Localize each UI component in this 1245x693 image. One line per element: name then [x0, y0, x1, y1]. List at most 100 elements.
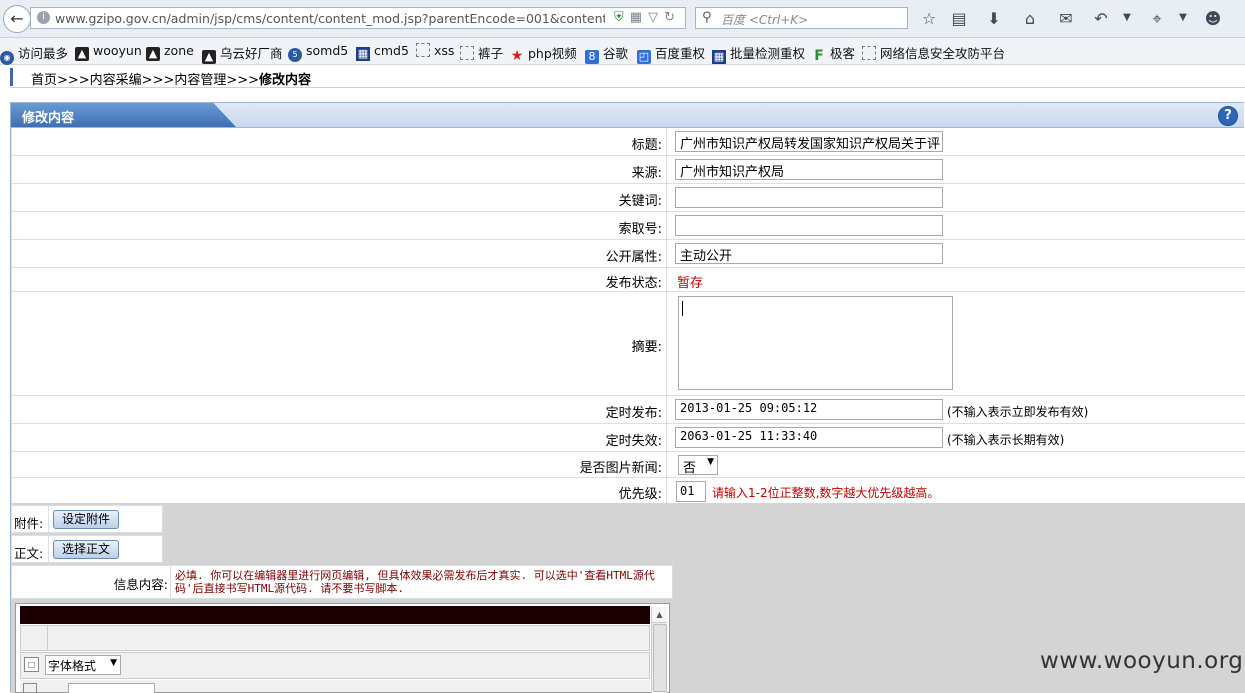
smiley-icon[interactable]: ☻	[1202, 9, 1224, 28]
crop-icon[interactable]: ⌖	[1146, 9, 1168, 29]
index-no-row: 索取号:	[11, 212, 1245, 240]
public-attr-label: 公开属性:	[11, 240, 667, 267]
breadcrumb: 首页>>>内容采编>>>内容管理>>>修改内容	[10, 68, 1245, 88]
site-info-icon[interactable]: i	[37, 11, 50, 24]
wooyun-icon: ▲	[75, 47, 89, 61]
bookmarks-menu-icon[interactable]: ▤	[948, 9, 970, 28]
watermark: www.wooyun.org	[1040, 648, 1244, 674]
publish-time-row: 定时发布: 2013-01-25 09:05:12 (不输入表示立即发布有效)	[11, 396, 1245, 424]
body-row: 正文: 选择正文	[11, 535, 163, 563]
address-bar-icons: ⛨▦▽↻	[614, 10, 681, 25]
editor-toolbar-row	[20, 680, 650, 693]
scroll-thumb[interactable]	[653, 624, 667, 692]
bookmark-item[interactable]: ▲ zone	[146, 43, 194, 61]
bookmark-item[interactable]: ★ php视频	[510, 43, 577, 63]
text-caret	[682, 301, 683, 316]
publish-time-input[interactable]: 2013-01-25 09:05:12	[675, 399, 943, 420]
bookmark-item[interactable]: ▦ 批量检测重权	[712, 43, 805, 64]
keywords-input[interactable]	[675, 187, 943, 208]
bookmark-label: somd5	[306, 43, 349, 58]
search-placeholder[interactable]: 百度 <Ctrl+K>	[721, 11, 808, 28]
f-icon: F	[814, 48, 824, 64]
editor-select[interactable]	[68, 683, 155, 693]
image-news-select[interactable]: 否 ▼	[678, 455, 718, 476]
breadcrumb-path[interactable]: 首页>>>内容采编>>>内容管理>>>	[31, 73, 259, 88]
edit-content-panel: 修改内容 ? 标题: 广州市知识产权局转发国家知识产权局关于评 来源: 广州市知…	[10, 102, 1245, 693]
qr-code-icon[interactable]: ▦	[630, 10, 648, 25]
info-content-hint: 必填. 你可以在编辑器里进行网页编辑, 但具体效果必需发布后才真实. 可以选中'…	[175, 569, 655, 595]
title-input[interactable]: 广州市知识产权局转发国家知识产权局关于评	[675, 131, 943, 152]
dropdown-arrow-icon[interactable]: ▽	[648, 10, 664, 25]
shield-icon[interactable]: ⛨	[614, 10, 630, 25]
select-body-button[interactable]: 选择正文	[53, 540, 120, 559]
bookmark-item[interactable]: xss	[416, 43, 454, 58]
bookmark-item[interactable]: 网络信息安全攻防平台	[862, 43, 1005, 62]
index-no-label: 索取号:	[11, 212, 667, 239]
checkbox-icon[interactable]	[23, 683, 37, 693]
breadcrumb-current: 修改内容	[259, 73, 312, 88]
publish-time-hint: (不输入表示立即发布有效)	[947, 405, 1089, 419]
source-input[interactable]: 广州市知识产权局	[675, 159, 943, 180]
font-format-value: 字体格式	[48, 659, 97, 673]
summary-label: 摘要:	[11, 292, 667, 395]
scroll-up-icon[interactable]: ▲	[652, 607, 667, 623]
help-icon[interactable]: ?	[1218, 106, 1238, 126]
image-news-value: 否	[683, 461, 697, 476]
font-format-select[interactable]: 字体格式 ▼	[45, 655, 121, 675]
url-text[interactable]: www.gzipo.gov.cn/admin/jsp/cms/content/c…	[55, 11, 605, 26]
back-arrow-icon[interactable]: ←	[3, 5, 31, 33]
bookmark-item[interactable]: ▲ 乌云好厂商	[202, 43, 283, 64]
address-bar[interactable]: i www.gzipo.gov.cn/admin/jsp/cms/content…	[30, 7, 686, 29]
undo-dropdown-icon[interactable]: ▼	[1116, 12, 1138, 23]
wooyun-icon: ▲	[146, 47, 160, 61]
title-row: 标题: 广州市知识产权局转发国家知识产权局关于评	[11, 128, 1245, 156]
breadcrumb-text: 首页>>>内容采编>>>内容管理>>>修改内容	[31, 69, 311, 88]
summary-textarea[interactable]	[678, 296, 953, 390]
bookmark-label: 访问最多	[18, 46, 69, 61]
editor-scrollbar[interactable]: ▲	[651, 607, 667, 693]
info-content-row: 信息内容: 必填. 你可以在编辑器里进行网页编辑, 但具体效果必需发布后才真实.…	[11, 565, 673, 599]
search-bar[interactable]: ⚲ 百度 <Ctrl+K>	[695, 7, 908, 29]
toolbar-button[interactable]	[21, 626, 48, 650]
editor-format-toolbar: □ 字体格式 ▼	[20, 652, 650, 679]
source-label: 来源:	[11, 156, 667, 183]
body-label: 正文:	[14, 546, 44, 561]
index-no-input[interactable]	[675, 215, 943, 236]
search-icon: ⚲	[702, 10, 712, 25]
google-icon: 8	[585, 50, 599, 64]
image-news-row: 是否图片新闻: 否 ▼	[11, 452, 1245, 478]
bookmark-item[interactable]: ▲ wooyun	[75, 43, 142, 61]
reload-icon[interactable]: ↻	[664, 10, 681, 25]
bookmark-item[interactable]: 裤子	[460, 43, 503, 62]
set-attachment-button[interactable]: 设定附件	[53, 510, 120, 529]
bookmark-item[interactable]: 8 谷歌	[585, 43, 628, 64]
chevron-down-icon: ▼	[110, 658, 117, 668]
checkbox-icon[interactable]: □	[24, 657, 39, 672]
download-icon[interactable]: ⬇	[983, 9, 1005, 28]
divider	[48, 506, 49, 532]
bookmark-item[interactable]: ▦ cmd5	[356, 43, 409, 61]
status-label: 发布状态:	[11, 268, 667, 291]
home-icon[interactable]: ⌂	[1019, 9, 1041, 28]
bookmark-item[interactable]: ◰ 百度重权	[637, 43, 705, 64]
public-attr-input[interactable]: 主动公开	[675, 243, 943, 264]
source-row: 来源: 广州市知识产权局	[11, 156, 1245, 184]
expire-time-input[interactable]: 2063-01-25 11:33:40	[675, 427, 943, 448]
priority-input[interactable]: 01	[676, 481, 706, 502]
breadcrumb-marker	[10, 68, 13, 86]
dashed-box-icon	[862, 46, 876, 60]
bookmark-item[interactable]: 5 somd5	[288, 43, 348, 62]
undo-icon[interactable]: ↶	[1090, 9, 1112, 28]
expire-time-hint: (不输入表示长期有效)	[947, 433, 1065, 447]
bookmark-star-icon[interactable]: ☆	[918, 9, 940, 28]
bookmark-item[interactable]: F 极客	[812, 43, 855, 63]
chat-icon[interactable]: ✉	[1055, 9, 1077, 28]
bookmark-item[interactable]: ◉ 访问最多	[0, 43, 68, 65]
rich-text-editor: □ 字体格式 ▼ ▲	[15, 603, 670, 693]
grid-icon: ▦	[356, 47, 370, 61]
priority-hint: 请输入1-2位正整数,数字越大优先级越高。	[712, 486, 940, 500]
somd5-icon: 5	[288, 48, 302, 62]
attachment-row: 附件: 设定附件	[11, 505, 163, 533]
crop-dropdown-icon[interactable]: ▼	[1172, 12, 1194, 23]
keywords-label: 关键词:	[11, 184, 667, 211]
